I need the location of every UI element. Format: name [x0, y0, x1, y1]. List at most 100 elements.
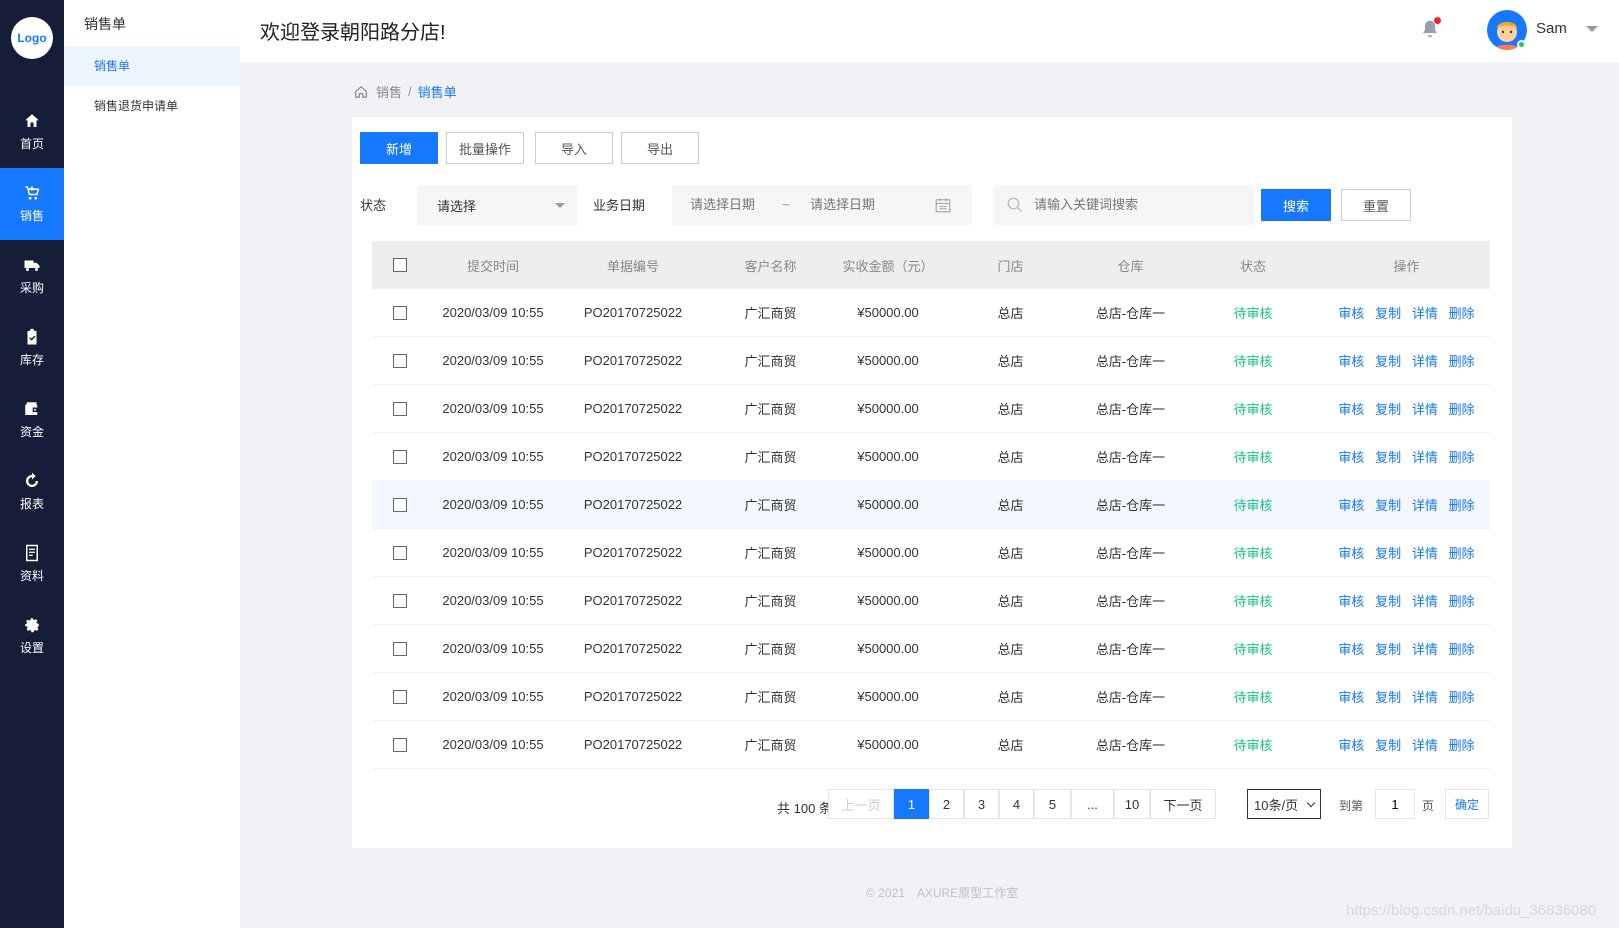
- approve-link[interactable]: 审核: [1338, 591, 1364, 610]
- search-box[interactable]: [994, 185, 1254, 225]
- next-page-button[interactable]: 下一页: [1150, 789, 1216, 819]
- date-range-picker[interactable]: ~: [672, 185, 972, 225]
- detail-link[interactable]: 详情: [1412, 687, 1438, 706]
- row-checkbox[interactable]: [393, 545, 407, 560]
- copy-link[interactable]: 复制: [1375, 399, 1401, 418]
- page-button-2[interactable]: 3: [964, 789, 999, 819]
- approve-link[interactable]: 审核: [1338, 687, 1364, 706]
- calendar-icon[interactable]: [934, 196, 952, 214]
- delete-link[interactable]: 删除: [1449, 447, 1475, 466]
- detail-link[interactable]: 详情: [1412, 495, 1438, 514]
- copy-link[interactable]: 复制: [1375, 303, 1401, 322]
- nav-item-7[interactable]: 设置: [0, 600, 64, 672]
- page-button-6[interactable]: 10: [1114, 789, 1150, 819]
- approve-link[interactable]: 审核: [1338, 399, 1364, 418]
- date-end-input[interactable]: [810, 197, 910, 212]
- page-button-4[interactable]: 5: [1034, 789, 1071, 819]
- page-button-3[interactable]: 4: [999, 789, 1034, 819]
- row-checkbox[interactable]: [393, 305, 407, 320]
- nav-item-5[interactable]: 报表: [0, 456, 64, 528]
- row-checkbox[interactable]: [393, 737, 407, 752]
- detail-link[interactable]: 详情: [1412, 639, 1438, 658]
- approve-link[interactable]: 审核: [1338, 447, 1364, 466]
- row-checkbox[interactable]: [393, 353, 407, 368]
- nav-item-label: 设置: [19, 641, 44, 655]
- prev-page-button[interactable]: 上一页: [828, 789, 894, 819]
- page-size-select[interactable]: 10条/页: [1247, 789, 1321, 819]
- copy-link[interactable]: 复制: [1375, 591, 1401, 610]
- copy-link[interactable]: 复制: [1375, 447, 1401, 466]
- row-checkbox[interactable]: [393, 593, 407, 608]
- row-checkbox[interactable]: [393, 449, 407, 464]
- detail-link[interactable]: 详情: [1412, 399, 1438, 418]
- delete-link[interactable]: 删除: [1449, 495, 1475, 514]
- row-checkbox[interactable]: [393, 497, 407, 512]
- status-select[interactable]: 请选择: [417, 185, 577, 225]
- delete-link[interactable]: 删除: [1449, 591, 1475, 610]
- subnav-item-1[interactable]: 销售退货申请单: [64, 86, 240, 126]
- approve-link[interactable]: 审核: [1338, 303, 1364, 322]
- copy-link[interactable]: 复制: [1375, 495, 1401, 514]
- detail-link[interactable]: 详情: [1412, 543, 1438, 562]
- goto-confirm-button[interactable]: 确定: [1445, 789, 1489, 819]
- nav-item-2[interactable]: 采购: [0, 240, 64, 312]
- cell-submit-time: 2020/03/09 10:55: [442, 737, 544, 752]
- approve-link[interactable]: 审核: [1338, 735, 1364, 754]
- home-icon: [25, 114, 39, 127]
- delete-link[interactable]: 删除: [1449, 303, 1475, 322]
- delete-link[interactable]: 删除: [1449, 687, 1475, 706]
- copy-link[interactable]: 复制: [1375, 687, 1401, 706]
- reset-button[interactable]: 重置: [1341, 189, 1411, 221]
- delete-link[interactable]: 删除: [1449, 543, 1475, 562]
- nav-item-6[interactable]: 资料: [0, 528, 64, 600]
- page-button-1[interactable]: 2: [929, 789, 964, 819]
- cell-customer: 广汇商贸: [744, 354, 797, 369]
- cell-warehouse: 总店-仓库一: [1095, 690, 1166, 705]
- copy-link[interactable]: 复制: [1375, 735, 1401, 754]
- subnav-item-0[interactable]: 销售单: [64, 46, 240, 86]
- approve-link[interactable]: 审核: [1338, 495, 1364, 514]
- delete-link[interactable]: 删除: [1449, 639, 1475, 658]
- page-button-5[interactable]: ...: [1071, 789, 1114, 819]
- copy-link[interactable]: 复制: [1375, 351, 1401, 370]
- delete-link[interactable]: 删除: [1449, 351, 1475, 370]
- delete-link[interactable]: 删除: [1449, 399, 1475, 418]
- add-button[interactable]: 新增: [360, 132, 438, 164]
- delete-link[interactable]: 删除: [1449, 735, 1475, 754]
- nav-item-3[interactable]: 库存: [0, 312, 64, 384]
- row-checkbox[interactable]: [393, 689, 407, 704]
- breadcrumb-root[interactable]: 销售: [376, 82, 402, 101]
- detail-link[interactable]: 详情: [1412, 351, 1438, 370]
- table-row: 2020/03/09 10:55 PO20170725022 广汇商贸 ¥50000.…: [372, 481, 1490, 529]
- detail-link[interactable]: 详情: [1412, 303, 1438, 322]
- approve-link[interactable]: 审核: [1338, 543, 1364, 562]
- approve-link[interactable]: 审核: [1338, 639, 1364, 658]
- search-input[interactable]: [1034, 197, 1244, 212]
- breadcrumb-current: 销售单: [417, 85, 457, 100]
- detail-link[interactable]: 详情: [1412, 591, 1438, 610]
- row-checkbox[interactable]: [393, 401, 407, 416]
- batch-operation-button[interactable]: 批量操作: [446, 132, 524, 164]
- home-icon[interactable]: [354, 85, 368, 99]
- page-button-0[interactable]: 1: [894, 789, 929, 819]
- copy-link[interactable]: 复制: [1375, 543, 1401, 562]
- import-button[interactable]: 导入: [535, 132, 613, 164]
- nav-item-1[interactable]: 销售: [0, 168, 64, 240]
- export-button[interactable]: 导出: [621, 132, 699, 164]
- approve-link[interactable]: 审核: [1338, 351, 1364, 370]
- table-row: 2020/03/09 10:55 PO20170725022 广汇商贸 ¥50000.…: [372, 385, 1490, 433]
- watermark: https://blog.csdn.net/baidu_36836080: [1346, 902, 1597, 919]
- username[interactable]: Sam: [1536, 20, 1567, 37]
- search-button[interactable]: 搜索: [1261, 189, 1331, 221]
- detail-link[interactable]: 详情: [1412, 735, 1438, 754]
- nav-item-4[interactable]: 资金: [0, 384, 64, 456]
- refresh-icon: [26, 472, 38, 487]
- select-all-checkbox[interactable]: [393, 258, 407, 272]
- nav-item-0[interactable]: 首页: [0, 96, 64, 168]
- chevron-down-icon[interactable]: [1586, 26, 1598, 32]
- date-start-input[interactable]: [690, 197, 790, 212]
- row-checkbox[interactable]: [393, 641, 407, 656]
- goto-page-input[interactable]: [1375, 789, 1415, 819]
- detail-link[interactable]: 详情: [1412, 447, 1438, 466]
- copy-link[interactable]: 复制: [1375, 639, 1401, 658]
